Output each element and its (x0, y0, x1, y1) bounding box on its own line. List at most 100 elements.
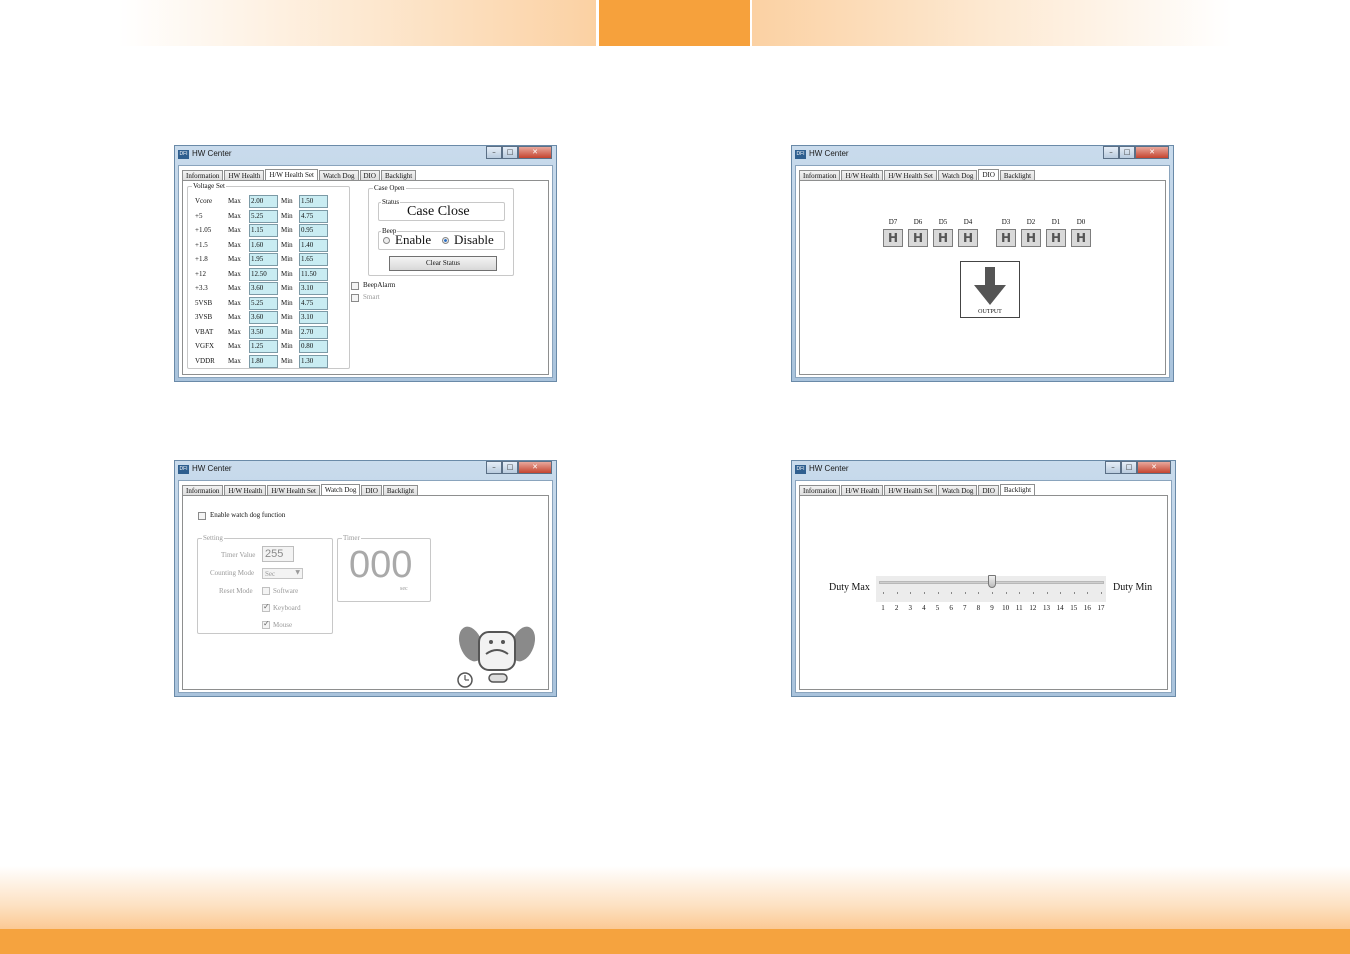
min-input[interactable]: 1.65 (299, 253, 328, 266)
slider-tick (896, 592, 898, 594)
voltage-row: +5 Max 5.25 Min 4.75 (195, 209, 345, 224)
output-button[interactable]: OUTPUT (960, 261, 1020, 318)
title-bar[interactable]: DFI HW Center – □ ✕ (792, 146, 1173, 163)
min-label: Min (281, 211, 293, 220)
max-label: Max (228, 284, 241, 292)
maximize-icon[interactable]: □ (1119, 146, 1135, 159)
enable-watchdog-checkbox[interactable] (198, 512, 206, 520)
max-input[interactable]: 12.50 (249, 267, 278, 281)
maximize-icon[interactable]: □ (502, 146, 518, 159)
status-group: Status Case Close (378, 198, 505, 221)
slider-tick (1032, 592, 1034, 594)
dio-pin-button[interactable]: H (1046, 229, 1066, 247)
slider-thumb[interactable] (988, 575, 996, 588)
dio-pin-label: D4 (963, 218, 973, 226)
slider-tick (992, 592, 993, 594)
app-icon: DFI (795, 465, 806, 474)
counting-mode-select[interactable]: Sec ▼ (262, 568, 303, 579)
max-input[interactable]: 3.60 (249, 282, 278, 295)
min-input[interactable]: 0.95 (299, 224, 328, 237)
min-input[interactable]: 1.30 (299, 354, 328, 368)
max-input[interactable]: 1.80 (249, 354, 278, 368)
max-input[interactable]: 1.25 (249, 340, 278, 353)
beep-enable-radio[interactable] (383, 237, 390, 244)
software-checkbox[interactable] (262, 587, 270, 595)
keyboard-label: Keyboard (273, 604, 301, 612)
max-input[interactable]: 2.00 (249, 195, 278, 208)
smart-label: Smart (363, 293, 380, 301)
voltage-row: VDDR Max 1.80 Min 1.30 (195, 354, 345, 369)
min-label: Min (281, 197, 293, 205)
timer-group: Timer 000 sec (337, 534, 431, 602)
minimize-icon[interactable]: – (1105, 461, 1121, 474)
close-icon[interactable]: ✕ (518, 461, 552, 474)
setting-group: Setting Timer Value 255 Counting Mode Se… (197, 534, 333, 634)
dio-pin-button[interactable]: H (933, 229, 953, 247)
footer-bar (0, 929, 1350, 954)
case-open-legend: Case Open (373, 184, 406, 192)
hw-center-window-dio: DFI HW Center – □ ✕ Information H/W Heal… (791, 145, 1174, 382)
close-icon[interactable]: ✕ (518, 146, 552, 159)
max-label: Max (228, 255, 241, 263)
close-icon[interactable]: ✕ (1135, 146, 1169, 159)
max-input[interactable]: 1.60 (249, 238, 278, 252)
min-input[interactable]: 1.40 (299, 238, 328, 252)
beep-alarm-label: BeepAlarm (363, 281, 396, 289)
min-input[interactable]: 4.75 (299, 296, 328, 310)
header-band-tab (599, 0, 750, 46)
clear-status-button[interactable]: Clear Status (389, 256, 497, 271)
dio-pin-button[interactable]: H (908, 229, 928, 247)
minimize-icon[interactable]: – (486, 146, 502, 159)
slider-tick-label: 15 (1070, 604, 1078, 612)
max-input[interactable]: 1.95 (249, 253, 278, 266)
slider-tick (1101, 592, 1102, 594)
title-bar[interactable]: DFI HW Center – □ ✕ (792, 461, 1175, 478)
timer-value-label: Timer Value (221, 551, 256, 559)
header-band-left (118, 0, 596, 46)
dio-pin-button[interactable]: H (958, 229, 978, 247)
keyboard-checkbox[interactable] (262, 602, 270, 612)
min-input[interactable]: 3.10 (299, 311, 328, 324)
title-bar[interactable]: DFI HW Center – □ ✕ (175, 146, 556, 163)
minimize-icon[interactable]: – (486, 461, 502, 474)
max-input[interactable]: 1.15 (249, 224, 278, 237)
max-input[interactable]: 5.25 (249, 209, 278, 223)
window-title: HW Center (809, 464, 849, 473)
voltage-name: VDDR (195, 356, 215, 365)
title-bar[interactable]: DFI HW Center – □ ✕ (175, 461, 556, 478)
dio-pin-button[interactable]: H (883, 229, 903, 247)
slider-tick-label: 8 (976, 604, 981, 612)
max-label: Max (228, 226, 241, 234)
max-label: Max (228, 240, 241, 249)
minimize-icon[interactable]: – (1103, 146, 1119, 159)
dio-pin-label: D5 (938, 218, 948, 226)
slider-tick (937, 592, 939, 594)
max-input[interactable]: 3.60 (249, 311, 278, 324)
max-input[interactable]: 5.25 (249, 296, 278, 310)
smart-checkbox[interactable] (351, 294, 359, 302)
maximize-icon[interactable]: □ (1121, 461, 1137, 474)
voltage-name: Vcore (195, 197, 213, 205)
min-input[interactable]: 2.70 (299, 325, 328, 339)
timer-unit: sec (400, 586, 408, 592)
max-input[interactable]: 3.50 (249, 325, 278, 339)
min-input[interactable]: 0.80 (299, 340, 328, 353)
min-input[interactable]: 11.50 (299, 267, 328, 281)
mouse-checkbox[interactable] (262, 619, 270, 629)
timer-value-input[interactable]: 255 (262, 546, 294, 562)
maximize-icon[interactable]: □ (502, 461, 518, 474)
voltage-row: Vcore Max 2.00 Min 1.50 (195, 195, 345, 209)
slider-tick-label: 16 (1083, 604, 1091, 612)
tab-pane: Duty Max 1 2 3 4 5 6 7 8 9 10 11 12 13 14 15 16 17 Duty … (799, 495, 1168, 690)
voltage-set-group: Voltage Set Vcore Max 2.00 Min 1.50 +5 Max 5.25… (187, 182, 350, 369)
close-icon[interactable]: ✕ (1137, 461, 1171, 474)
beep-disable-radio[interactable] (442, 237, 449, 244)
min-input[interactable]: 1.50 (299, 195, 328, 208)
min-input[interactable]: 3.10 (299, 282, 328, 295)
dio-pin-button[interactable]: H (996, 229, 1016, 247)
dio-pin-button[interactable]: H (1021, 229, 1041, 247)
min-input[interactable]: 4.75 (299, 209, 328, 223)
dio-pin-button[interactable]: H (1071, 229, 1091, 247)
beep-alarm-checkbox[interactable] (351, 282, 359, 290)
timer-display: 000 (349, 544, 413, 586)
